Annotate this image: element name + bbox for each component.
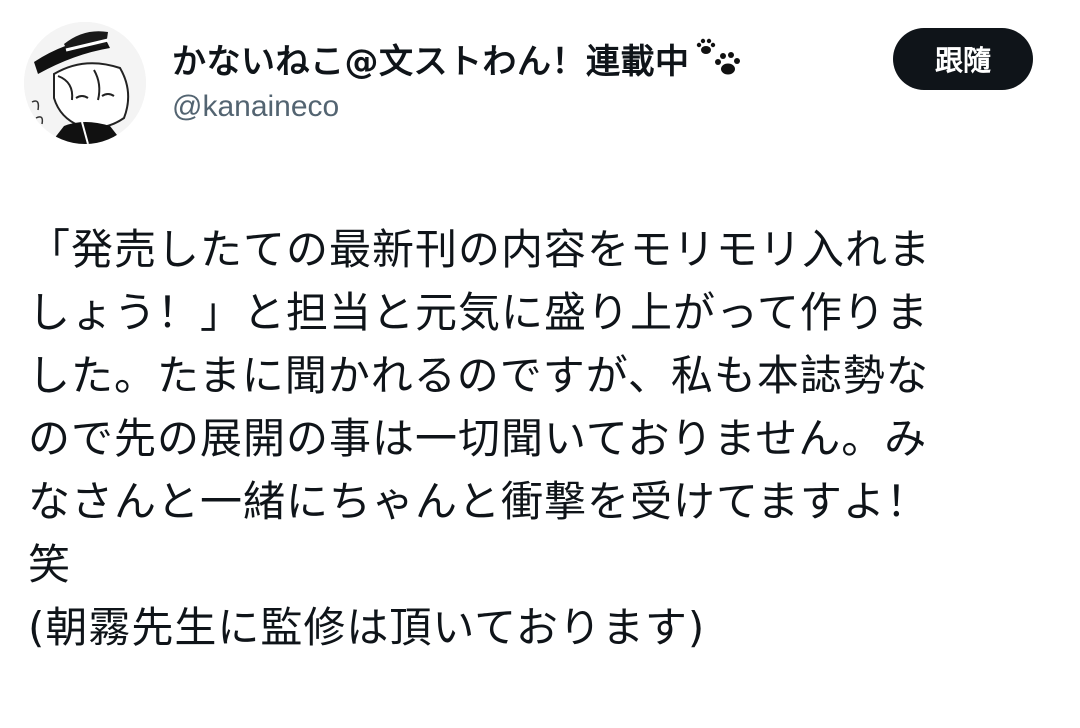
author-handle[interactable]: @kanaineco bbox=[172, 90, 339, 124]
avatar[interactable] bbox=[24, 22, 146, 144]
tweet-text-line: 「発売したての最新刊の内容をモリモリ入れま bbox=[28, 225, 932, 274]
follow-button[interactable]: 跟隨 bbox=[893, 28, 1033, 90]
avatar-illustration bbox=[24, 22, 146, 144]
paw-prints-icon bbox=[694, 37, 744, 81]
tweet-text-line: した。たまに聞かれるのですが、私も本誌勢な bbox=[28, 351, 929, 400]
tweet-text-line: しょう！」と担当と元気に盛り上がって作りま bbox=[28, 288, 929, 337]
tweet-text-line: 笑 bbox=[28, 540, 72, 589]
tweet-text: 「発売したての最新刊の内容をモリモリ入れま しょう！」と担当と元気に盛り上がって… bbox=[28, 218, 1028, 659]
tweet-text-line: (朝霧先生に監修は頂いております) bbox=[28, 603, 706, 652]
tweet-text-line: なさんと一緒にちゃんと衝撃を受けてますよ！ bbox=[28, 477, 929, 526]
tweet-text-line: ので先の展開の事は一切聞いておりません。み bbox=[28, 414, 928, 463]
tweet: かないねこ@文ストわん！連載中 @kanaineco 跟隨 「発売したての最新刊… bbox=[0, 0, 1080, 728]
author-name[interactable]: かないねこ@文ストわん！連載中 bbox=[172, 34, 744, 83]
author-display-name: かないねこ@文ストわん！連載中 bbox=[172, 42, 690, 82]
